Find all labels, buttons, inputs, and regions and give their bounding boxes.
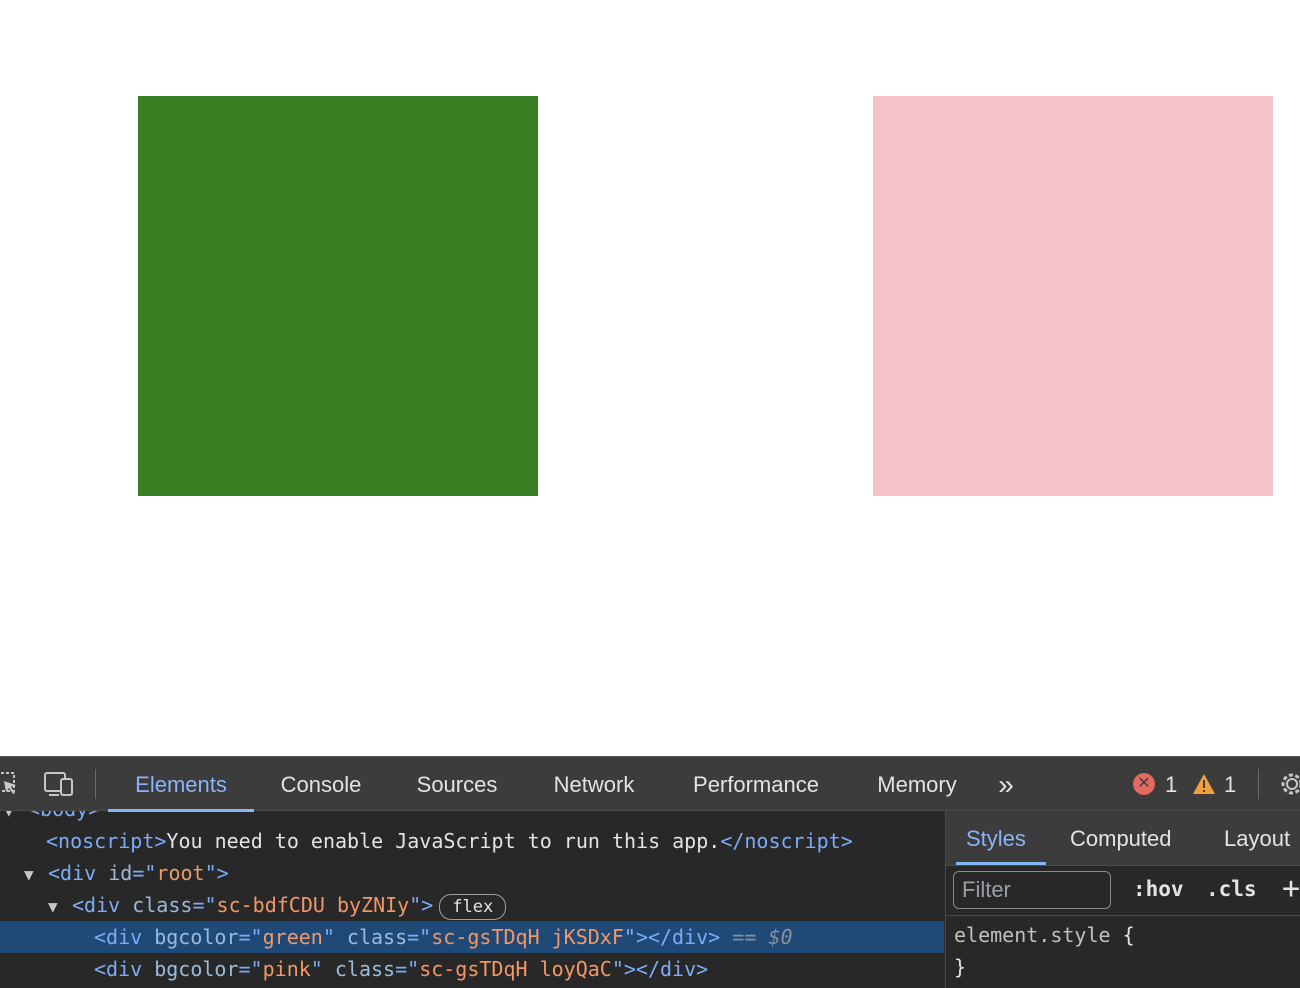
new-rule-plus-icon[interactable]: +	[1282, 871, 1300, 906]
tab-elements[interactable]: Elements	[108, 757, 254, 812]
tree-line-root[interactable]: ▼ <div id="root">	[0, 857, 944, 889]
error-count: 1	[1165, 772, 1178, 797]
devtools-panel: Elements Console Sources Network Perform…	[0, 756, 1300, 988]
inspect-element-icon[interactable]	[0, 771, 20, 797]
tree-line-flex-div[interactable]: ▼ <div class="sc-bdfCDU byZNIy"> flex	[0, 889, 944, 921]
devtools-toolbar: Elements Console Sources Network Perform…	[0, 756, 1300, 812]
tab-sources[interactable]: Sources	[398, 757, 516, 811]
hov-button[interactable]: :hov	[1133, 877, 1184, 901]
tab-performance[interactable]: Performance	[676, 757, 836, 811]
tree-line-body[interactable]: ▼<body>	[0, 811, 944, 825]
elements-dom-tree: ▼<body> <noscript>You need to enable Jav…	[0, 811, 944, 988]
cls-button[interactable]: .cls	[1206, 877, 1257, 901]
warning-counter[interactable]: 1	[1192, 773, 1236, 797]
tree-line-green-div[interactable]: <div bgcolor="green" class="sc-gsTDqH jK…	[0, 921, 944, 953]
tab-console[interactable]: Console	[264, 757, 378, 811]
warning-count: 1	[1224, 772, 1237, 797]
filter-input[interactable]: Filter	[953, 871, 1111, 909]
more-tabs-icon[interactable]: »	[986, 757, 1026, 811]
selected-node-marker: == $0	[732, 925, 793, 949]
styles-tabs: Styles Computed Layout	[946, 811, 1300, 866]
page-viewport	[0, 0, 1300, 756]
tab-computed[interactable]: Computed	[1070, 811, 1172, 864]
tab-layout[interactable]: Layout	[1224, 811, 1290, 864]
toolbar-separator	[95, 769, 96, 799]
styles-pane: Styles Computed Layout Filter :hov .cls …	[945, 811, 1300, 988]
collapse-triangle-icon[interactable]: ▼	[24, 859, 48, 891]
flex-badge[interactable]: flex	[439, 893, 507, 920]
tab-network[interactable]: Network	[534, 757, 654, 811]
tab-memory[interactable]: Memory	[860, 757, 974, 811]
tree-line-pink-div[interactable]: <div bgcolor="pink" class="sc-gsTDqH loy…	[0, 953, 944, 985]
tree-line-noscript[interactable]: <noscript>You need to enable JavaScript …	[0, 825, 944, 857]
warning-icon	[1193, 774, 1215, 794]
device-toolbar-icon[interactable]	[44, 771, 73, 797]
collapse-triangle-icon[interactable]: ▼	[48, 891, 72, 923]
tab-styles[interactable]: Styles	[956, 811, 1046, 865]
pink-box[interactable]	[873, 96, 1273, 496]
error-icon: ✕	[1133, 773, 1155, 795]
element-style-close: }	[954, 955, 967, 979]
error-counter[interactable]: ✕ 1	[1133, 773, 1177, 797]
styles-filter-row: Filter :hov .cls +	[946, 865, 1300, 916]
toolbar-separator	[1258, 769, 1259, 799]
element-style-rule[interactable]: element.style {	[954, 923, 1135, 947]
settings-gear-icon[interactable]	[1279, 771, 1300, 797]
green-box[interactable]	[138, 96, 538, 496]
